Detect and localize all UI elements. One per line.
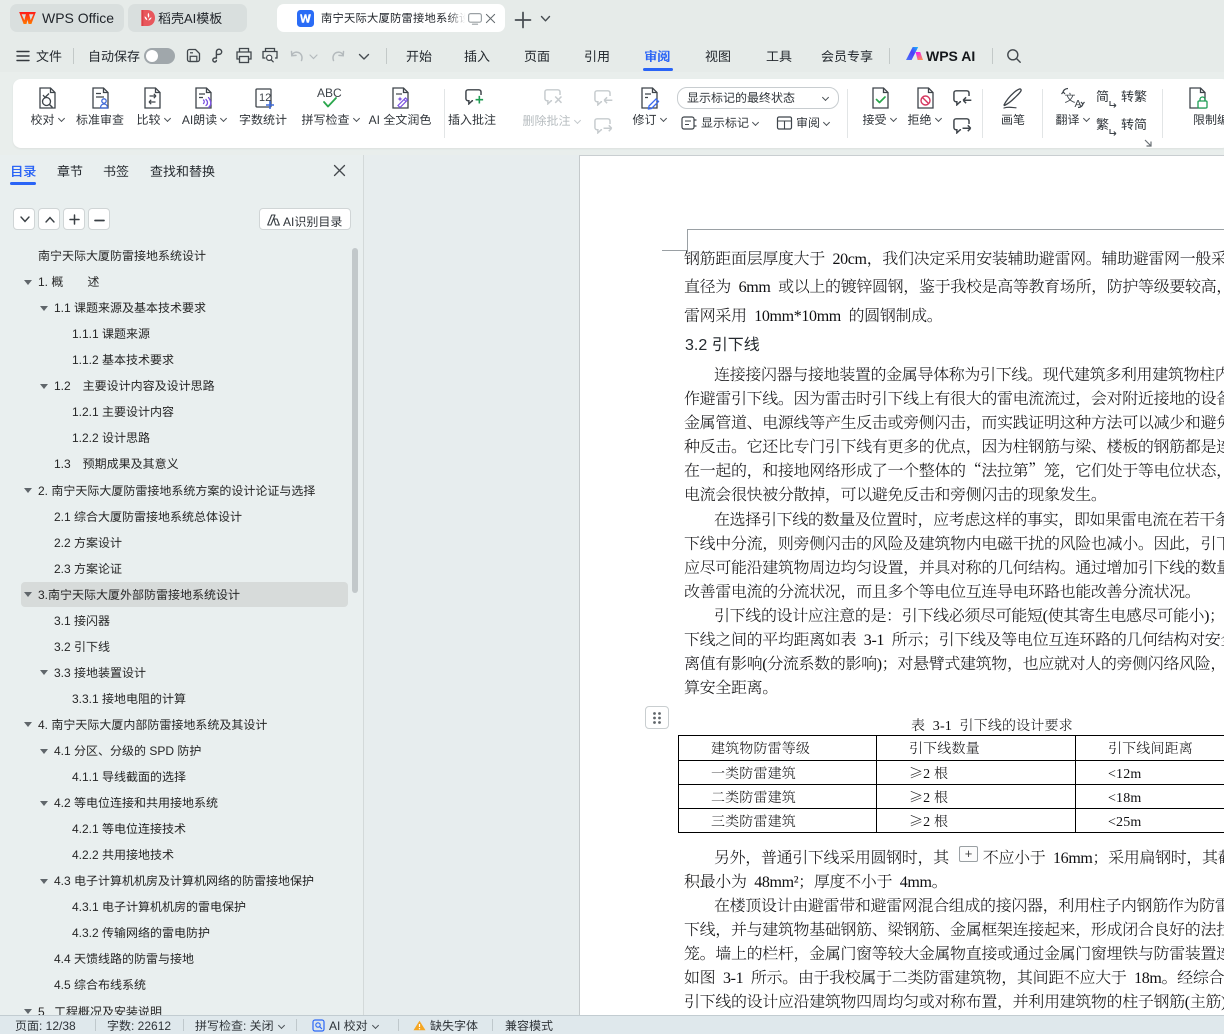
- svg-text:A: A: [1075, 98, 1082, 110]
- svg-text:ABC: ABC: [317, 86, 342, 100]
